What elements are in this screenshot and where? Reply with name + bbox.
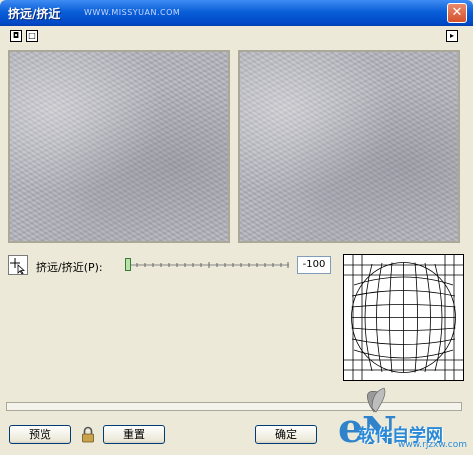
distort-slider-thumb[interactable] [125,258,131,271]
distort-label: 挤远/挤近(P): [36,261,103,274]
move-tool-button[interactable] [8,255,28,275]
reset-button[interactable]: 重置 [103,425,165,444]
distort-slider-track[interactable] [129,260,289,270]
title-bar[interactable]: 挤远/挤近 WWW.MISSYUAN.COM ✕ [0,0,473,26]
distort-value-field[interactable]: -100 [297,256,331,274]
distortion-grid-preview [343,254,464,381]
options-menu-button[interactable]: ▸ [446,30,458,42]
lock-preview-button[interactable] [81,426,95,443]
move-tool-icon [10,258,26,275]
close-button[interactable]: ✕ [447,3,467,23]
window-title: 挤远/挤近 [8,7,61,21]
fit-view-button[interactable]: ◘ [10,30,22,42]
result-preview[interactable] [238,50,460,243]
brand-url: www.rjzxw.com [398,440,467,450]
preview-button[interactable]: 预览 [9,425,71,444]
title-watermark: WWW.MISSYUAN.COM [84,8,181,17]
zoom-view-button[interactable]: □ [26,30,38,42]
lock-icon [82,426,94,443]
original-preview[interactable] [8,50,230,243]
